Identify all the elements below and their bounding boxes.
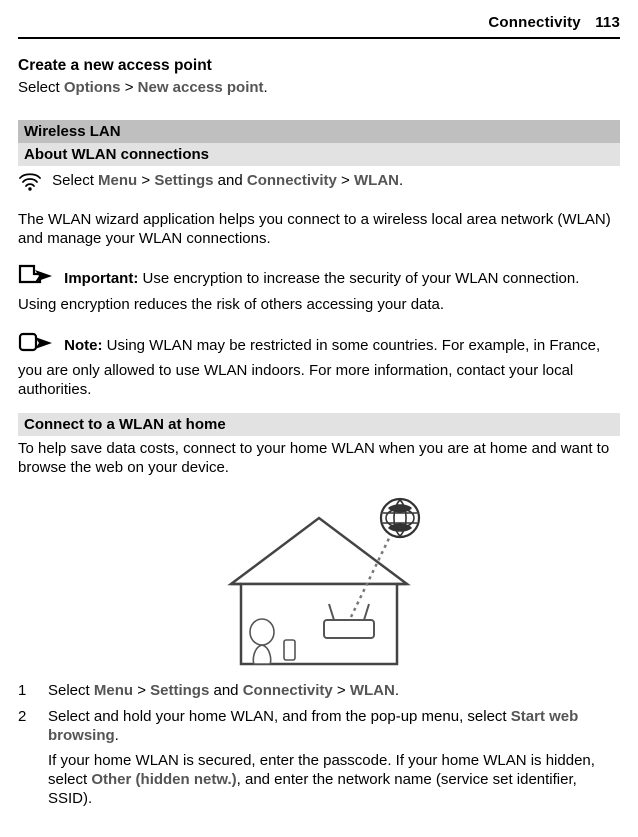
- step-number: 1: [18, 682, 48, 701]
- important-icon: [18, 262, 54, 296]
- house-wlan-illustration: [204, 492, 434, 672]
- step-2: 2 Select and hold your home WLAN, and fr…: [18, 708, 620, 808]
- header-section: Connectivity: [488, 14, 580, 31]
- wifi-icon: [18, 172, 42, 198]
- wlan-link: WLAN: [350, 682, 395, 699]
- wireless-lan-bar: Wireless LAN: [18, 120, 620, 143]
- connectivity-link: Connectivity: [247, 172, 337, 189]
- note-icon: [18, 329, 54, 363]
- wlan-wizard-text: The WLAN wizard application helps you co…: [18, 211, 620, 248]
- create-ap-title: Create a new access point: [18, 57, 620, 75]
- important-label: Important:: [64, 270, 138, 287]
- connectivity-link: Connectivity: [243, 682, 333, 699]
- settings-link: Settings: [150, 682, 209, 699]
- connect-home-text: To help save data costs, connect to your…: [18, 440, 620, 477]
- new-access-point-item: New access point: [138, 79, 264, 96]
- important-note: Important: Use encryption to increase th…: [18, 262, 620, 314]
- header-page: 113: [595, 14, 620, 31]
- create-ap-body: Select Options > New access point.: [18, 79, 620, 98]
- page-header: Connectivity 113: [18, 14, 620, 39]
- connect-home-bar: Connect to a WLAN at home: [18, 413, 620, 436]
- options-softkey: Options: [64, 79, 121, 96]
- wlan-link: WLAN: [354, 172, 399, 189]
- country-note: Note: Using WLAN may be restricted in so…: [18, 329, 620, 400]
- wlan-nav-path: Select Menu > Settings and Connectivity …: [18, 172, 620, 198]
- step-1: 1 Select Menu > Settings and Connectivit…: [18, 682, 620, 701]
- settings-link: Settings: [154, 172, 213, 189]
- menu-link: Menu: [98, 172, 137, 189]
- other-hidden-netw-item: Other (hidden netw.): [91, 771, 236, 788]
- about-wlan-bar: About WLAN connections: [18, 143, 620, 166]
- step-number: 2: [18, 708, 48, 808]
- note-label: Note:: [64, 337, 102, 354]
- menu-link: Menu: [94, 682, 133, 699]
